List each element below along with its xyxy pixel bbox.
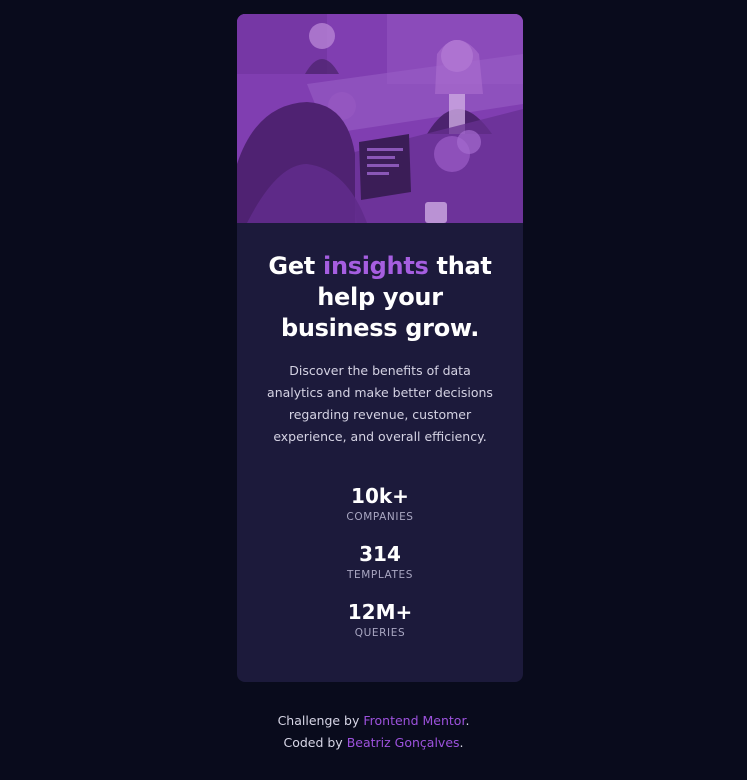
headline: Get insights that help your business gro… xyxy=(257,251,503,344)
stat-value: 314 xyxy=(359,542,401,566)
description: Discover the benefits of data analytics … xyxy=(267,363,493,444)
stat-label: COMPANIES xyxy=(346,511,414,523)
author-link[interactable]: Beatriz Gonçalves xyxy=(347,735,460,750)
coded-suffix: . xyxy=(459,735,464,750)
stat-queries: 12M+ QUERIES xyxy=(257,600,503,639)
challenge-attribution: Challenge by Frontend Mentor. xyxy=(0,710,747,732)
card-content: Get insights that help your business gro… xyxy=(237,223,523,639)
challenge-suffix: . xyxy=(465,713,470,728)
stat-companies: 10k+ COMPANIES xyxy=(257,484,503,523)
stat-templates: 314 TEMPLATES xyxy=(257,542,503,581)
coded-by-attribution: Coded by Beatriz Gonçalves. xyxy=(0,732,747,754)
coded-prefix: Coded by xyxy=(283,735,347,750)
frontend-mentor-link[interactable]: Frontend Mentor xyxy=(363,713,465,728)
stat-label: TEMPLATES xyxy=(346,569,413,581)
stat-label: QUERIES xyxy=(354,627,406,639)
office-team-illustration xyxy=(237,14,523,223)
stats-card: Get insights that help your business gro… xyxy=(237,14,523,682)
stat-value: 10k+ xyxy=(351,484,409,508)
challenge-prefix: Challenge by xyxy=(277,713,364,728)
stat-value: 12M+ xyxy=(347,600,413,624)
headline-accent: insights xyxy=(323,252,429,280)
stats-list: 10k+ COMPANIES 314 TEMPLATES 12M+ QUERIE… xyxy=(257,484,503,639)
headline-prefix: Get xyxy=(268,252,324,280)
attribution-footer: Challenge by Frontend Mentor. Coded by B… xyxy=(0,710,747,754)
header-image xyxy=(237,14,523,223)
